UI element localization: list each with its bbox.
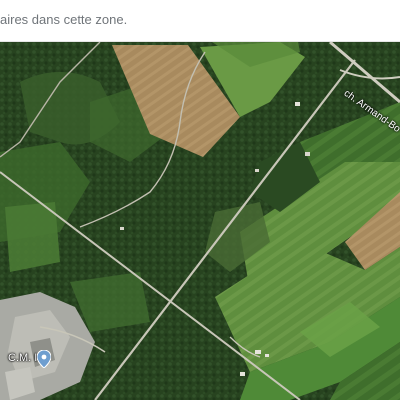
building: [305, 152, 310, 156]
notice-text: aires dans cette zone.: [0, 12, 128, 27]
building: [120, 227, 124, 230]
location-pin-icon[interactable]: [37, 350, 51, 368]
page: aires dans cette zone. ch. Armand-Bo C.M…: [0, 0, 400, 400]
notice-bar: aires dans cette zone.: [0, 0, 400, 42]
building: [295, 102, 300, 106]
building: [255, 169, 259, 172]
building: [265, 354, 269, 357]
building: [255, 350, 261, 354]
map-view[interactable]: ch. Armand-Bo C.M. Inc: [0, 42, 400, 400]
building: [240, 372, 245, 376]
satellite-imagery[interactable]: [0, 42, 400, 400]
